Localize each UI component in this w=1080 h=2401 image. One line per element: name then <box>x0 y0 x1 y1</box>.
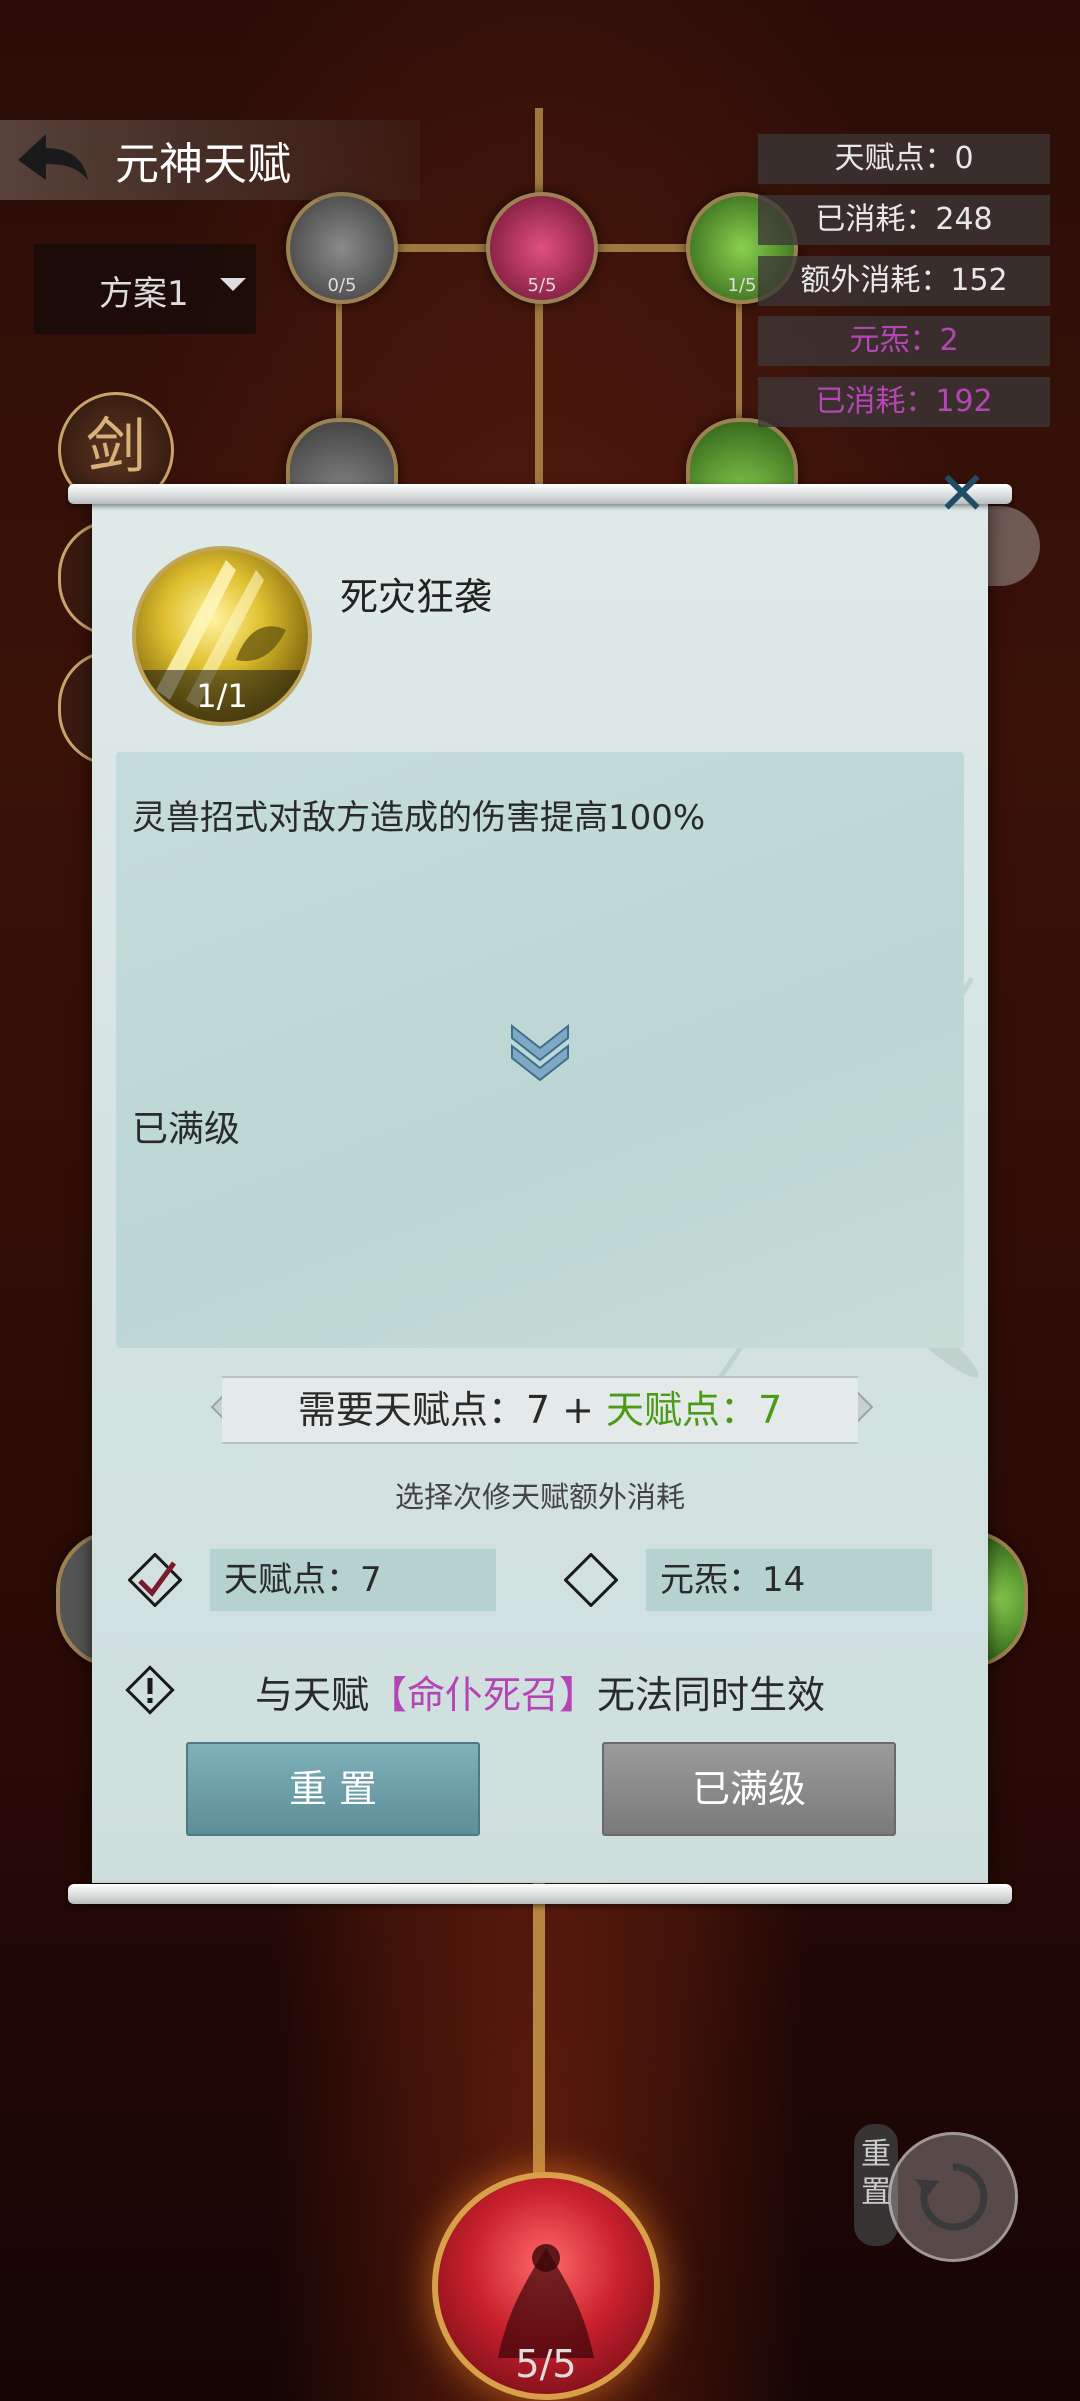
stat-yuansha-consumed: 已消耗：192 <box>758 377 1050 427</box>
node-count: 5/5 <box>527 275 557 296</box>
conflict-before: 与天赋 <box>254 1673 369 1717</box>
scheme-label: 方案1 <box>99 274 189 314</box>
node-count: 0/5 <box>327 275 357 296</box>
requirement-green: 天赋点：7 <box>606 1388 783 1432</box>
skill-icon: 1/1 <box>132 546 312 726</box>
tree-connector-bottom <box>533 1880 545 2180</box>
core-talent-node[interactable]: 5/5 <box>432 2172 660 2400</box>
skill-level: 1/1 <box>136 670 308 722</box>
stat-extra-consumed: 额外消耗：152 <box>758 256 1050 306</box>
stat-yuansha: 元炁：2 <box>758 316 1050 366</box>
talent-option-checkbox[interactable] <box>128 1553 182 1607</box>
stat-consumed: 已消耗：248 <box>758 195 1050 245</box>
conflict-talent-name[interactable]: 【命仆死召】 <box>369 1673 597 1717</box>
close-icon[interactable]: ✕ <box>930 462 994 526</box>
conflict-after: 无法同时生效 <box>597 1673 826 1717</box>
yuansha-option-checkbox[interactable] <box>564 1553 618 1607</box>
scheme-dropdown[interactable]: 方案1 <box>34 244 256 334</box>
scroll-rod-bottom <box>68 1884 1012 1904</box>
skill-name: 死灾狂袭 <box>340 575 493 619</box>
back-arrow-icon[interactable] <box>12 128 92 192</box>
refresh-icon <box>915 2163 988 2231</box>
reset-button[interactable]: 重 置 <box>186 1742 480 1836</box>
talent-node-red[interactable]: 5/5 <box>486 192 598 304</box>
skill-description: 灵兽招式对敌方造成的伤害提高100% <box>132 798 706 838</box>
requirement-bar: 需要天赋点：7 + 天赋点：7 <box>222 1376 858 1444</box>
maxed-status: 已满级 <box>132 1109 241 1150</box>
talent-node-silver[interactable]: 0/5 <box>286 192 398 304</box>
caret-down-icon <box>220 278 246 291</box>
core-node-count: 5/5 <box>515 2342 577 2386</box>
maxed-button[interactable]: 已满级 <box>602 1742 896 1836</box>
stat-talent-points: 天赋点：0 <box>758 134 1050 184</box>
expand-chevron-icon[interactable] <box>508 1018 572 1084</box>
yuansha-option-label[interactable]: 元炁：14 <box>646 1549 932 1611</box>
requirement-text: 需要天赋点：7 + <box>297 1388 606 1432</box>
conflict-text: 与天赋【命仆死召】无法同时生效 <box>0 1664 1080 1719</box>
page-title: 元神天赋 <box>115 139 291 190</box>
talent-option-label[interactable]: 天赋点：7 <box>210 1549 496 1611</box>
scroll-rod-top <box>68 484 1012 504</box>
extra-cost-title: 选择次修天赋额外消耗 <box>394 1480 685 1514</box>
reset-tree-button[interactable] <box>888 2132 1018 2262</box>
